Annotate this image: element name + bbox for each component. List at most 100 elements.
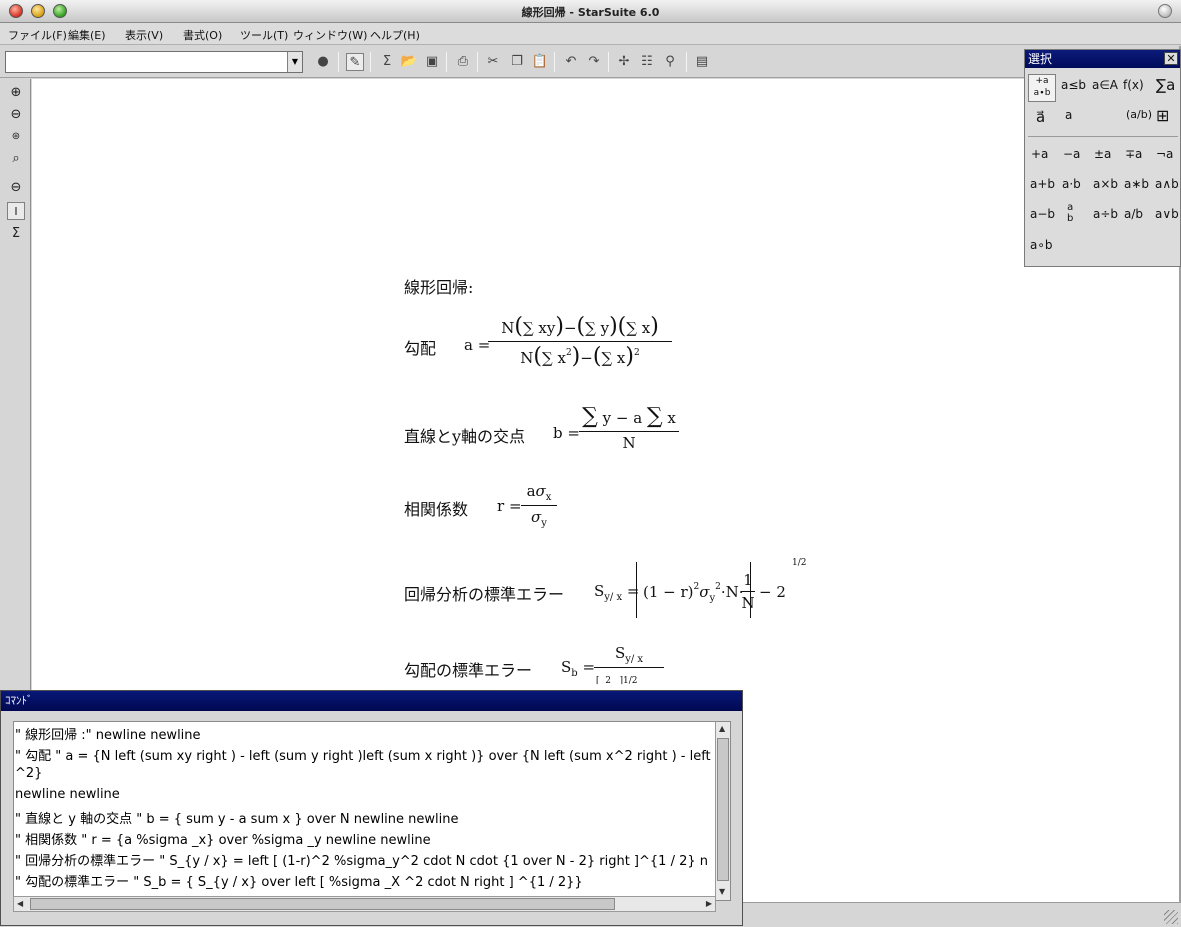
command-line: " 回帰分析の標準エラー " S_{y / x} = left [ (1-r)^… [15, 854, 708, 869]
command-line: " 勾配の標準エラー " S_b = { S_{y / x} over left… [15, 875, 583, 890]
symbol-a-times-b[interactable]: a×b [1093, 177, 1118, 191]
symbol-plusminus-a[interactable]: ±a [1094, 147, 1111, 161]
palette-title-text: 選択 [1028, 52, 1053, 66]
symbol-not-a[interactable]: ¬a [1156, 147, 1173, 161]
print-icon[interactable]: ⎙ [454, 53, 472, 71]
command-editor[interactable]: " 線形回帰 :" newline newline " 勾配 " a = {N … [13, 721, 731, 901]
cut-icon[interactable]: ✂ [484, 53, 502, 71]
symbol-minus-a[interactable]: −a [1063, 147, 1080, 161]
symbol-a-slash-b[interactable]: a/b [1124, 207, 1143, 221]
vertical-scrollbar[interactable]: ▲ ▼ [715, 722, 730, 900]
formula-icon[interactable]: Σ [378, 53, 396, 71]
heading-text: 線形回帰: [404, 278, 474, 297]
command-line: newline newline [15, 787, 120, 802]
window-title: 線形回帰 - StarSuite 6.0 [521, 6, 660, 19]
command-line: " 線形回帰 :" newline newline [15, 728, 201, 743]
zoom-fit-icon[interactable]: ⌕ [7, 150, 25, 168]
open-icon[interactable]: 📂 [400, 53, 418, 71]
std-error-minus-two: − 2 [759, 583, 786, 601]
slope-error-denominator-top: ⌈ 2 ⌉1/2 [596, 676, 638, 686]
catalog-icon[interactable]: ☷ [638, 53, 656, 71]
separator [477, 52, 478, 72]
symbol-a-over-b-icon[interactable]: ab [1067, 202, 1073, 224]
zoom-prev-icon[interactable]: ⊖ [7, 179, 25, 197]
edit-icon[interactable]: ✎ [346, 53, 364, 71]
symbol-a-minus-b[interactable]: a−b [1030, 207, 1055, 221]
set-operations-category[interactable]: a∈A [1092, 78, 1118, 92]
intercept-label: 直線とy軸の交点 [404, 427, 526, 446]
symbol-a-cdot-b[interactable]: a·b [1062, 177, 1081, 191]
std-error-inner-fraction: 1N [741, 571, 755, 612]
menu-tools[interactable]: ツール(T) [240, 27, 288, 43]
brackets-category[interactable]: (a/b) [1126, 108, 1152, 121]
symbol-plus-a[interactable]: +a [1031, 147, 1048, 161]
status-bar [743, 902, 1181, 927]
menu-file[interactable]: ファイル(F) [8, 27, 67, 43]
symbol-a-and-b[interactable]: a∧b [1155, 177, 1179, 191]
slope-label: 勾配 [404, 339, 437, 358]
correlation-fraction: aσx σy [521, 482, 557, 529]
menu-help[interactable]: ヘルプ(H) [370, 27, 420, 43]
gallery-icon[interactable]: ▤ [693, 53, 711, 71]
toolbar-toggle-button[interactable] [1158, 4, 1172, 18]
separator [446, 52, 447, 72]
separator [370, 52, 371, 72]
slope-lhs: a = [464, 336, 491, 354]
zoom-100-icon[interactable]: ⊛ [7, 128, 25, 146]
command-title: ｺﾏﾝﾄﾞ [1, 691, 742, 711]
menu-window[interactable]: ウィンドウ(W) [293, 27, 367, 43]
sigma-icon[interactable]: Σ [7, 225, 25, 243]
record-icon[interactable]: ● [314, 53, 332, 71]
vertical-scroll-thumb[interactable] [717, 738, 729, 881]
scroll-up-icon[interactable]: ▲ [719, 724, 725, 733]
menu-bar: ファイル(F) 編集(E) 表示(V) 書式(O) ツール(T) ウィンドウ(W… [0, 23, 1181, 45]
horizontal-scrollbar[interactable]: ◀ ▶ [13, 896, 716, 912]
symbol-a-circ-b[interactable]: a∘b [1030, 238, 1052, 252]
copy-icon[interactable]: ❐ [508, 53, 526, 71]
palette-divider [1028, 136, 1178, 137]
zoom-in-icon[interactable]: ⊕ [7, 84, 25, 102]
zoom-out-icon[interactable]: ⊖ [7, 106, 25, 124]
symbol-a-plus-b[interactable]: a+b [1030, 177, 1055, 191]
formats-category-icon[interactable]: ⊞ [1156, 106, 1169, 125]
others-category[interactable]: a [1065, 108, 1072, 122]
intercept-lhs: b = [553, 424, 580, 442]
close-icon[interactable]: ✕ [1164, 52, 1178, 65]
horizontal-scroll-thumb[interactable] [30, 898, 615, 910]
separator [554, 52, 555, 72]
palette-title: 選択 ✕ [1025, 50, 1180, 68]
undo-icon[interactable]: ↶ [562, 53, 580, 71]
scroll-down-icon[interactable]: ▼ [719, 887, 725, 896]
command-line: " 勾配 " a = {N left (sum xy right ) - lef… [15, 749, 711, 764]
symbol-minusplus-a[interactable]: ∓a [1125, 147, 1142, 161]
operators-category[interactable]: ∑a [1156, 76, 1175, 94]
scroll-right-icon[interactable]: ▶ [706, 899, 712, 908]
unary-binary-category-icon[interactable]: +a a∙b [1028, 74, 1056, 102]
correlation-lhs: r = [497, 497, 522, 515]
separator [686, 52, 687, 72]
std-error-bracket: (1 − r)2σy2·N· [636, 562, 751, 618]
menu-edit[interactable]: 編集(E) [68, 27, 106, 43]
save-icon[interactable]: ▣ [423, 53, 441, 71]
symbols-icon[interactable]: ⚲ [661, 53, 679, 71]
functions-category[interactable]: f(x) [1123, 78, 1144, 92]
command-line: " 相関係数 " r = {a %sigma _x} over %sigma _… [15, 833, 431, 848]
symbol-a-or-b[interactable]: a∨b [1155, 207, 1179, 221]
function-toolbar: ▼ ● ✎ Σ 📂 ▣ ⎙ ✂ ❐ 📋 ↶ ↷ ✢ ☷ ⚲ ▤ [0, 46, 1024, 78]
combo-dropdown-icon[interactable]: ▼ [287, 52, 302, 72]
resize-grip-icon[interactable] [1164, 910, 1178, 924]
relations-category[interactable]: a≤b [1061, 78, 1086, 92]
formula-cursor-icon[interactable]: I [7, 202, 25, 220]
redo-icon[interactable]: ↷ [585, 53, 603, 71]
menu-format[interactable]: 書式(O) [183, 27, 222, 43]
scroll-left-icon[interactable]: ◀ [17, 899, 23, 908]
attributes-category[interactable]: a⃗ [1036, 108, 1045, 126]
std-error-lhs: Sy/ x = [594, 582, 640, 603]
url-combo[interactable]: ▼ [5, 51, 303, 73]
paste-icon[interactable]: 📋 [531, 53, 549, 71]
symbol-a-div-b[interactable]: a÷b [1093, 207, 1118, 221]
navigate-icon[interactable]: ✢ [615, 53, 633, 71]
intercept-fraction: ∑ y − a ∑ x N [579, 404, 679, 452]
symbol-a-ast-b[interactable]: a∗b [1124, 177, 1149, 191]
menu-view[interactable]: 表示(V) [125, 27, 163, 43]
